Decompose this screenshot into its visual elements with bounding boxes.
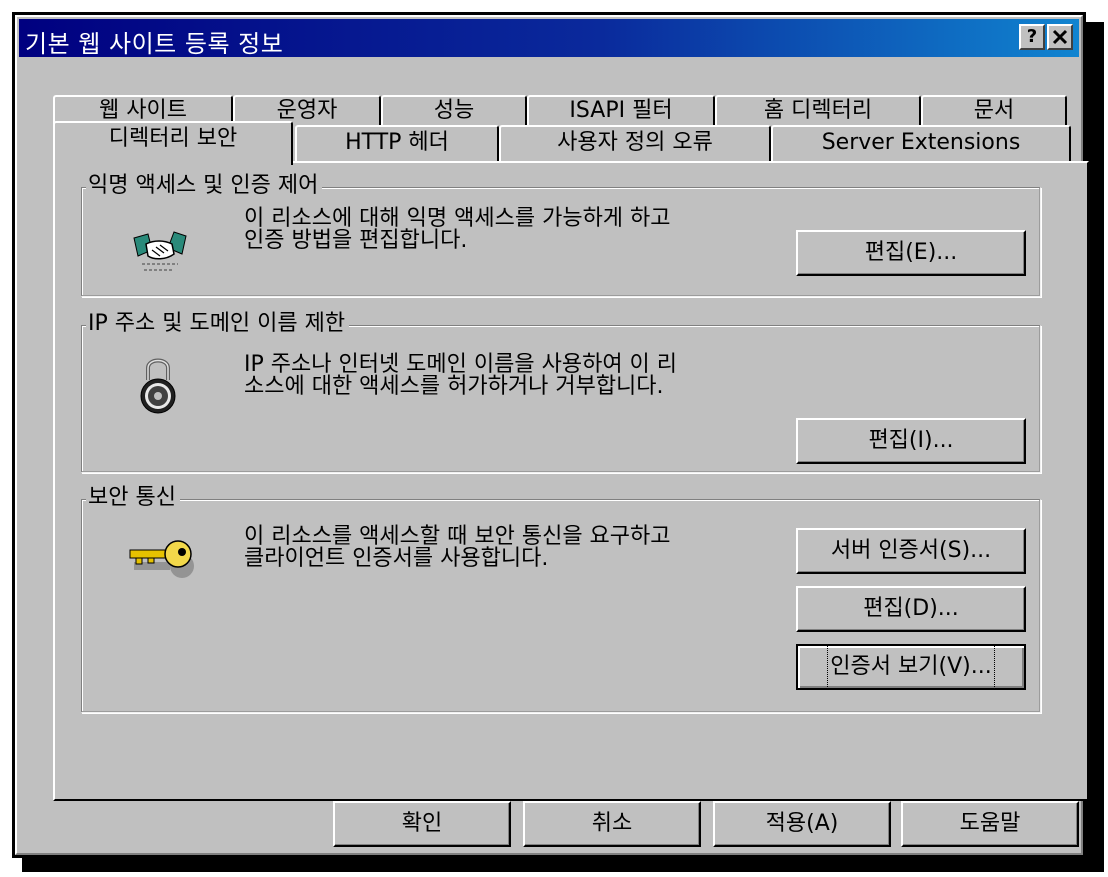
- help-button[interactable]: ?: [1019, 24, 1045, 50]
- cancel-button[interactable]: 취소: [523, 801, 701, 847]
- ok-button[interactable]: 확인: [333, 801, 511, 847]
- help-label: 도움말: [959, 811, 1021, 836]
- handshake-icon: [130, 226, 190, 282]
- secure-description: 이 리소스를 액세스할 때 보안 통신을 요구하고 클라이언트 인증서를 사용합…: [244, 524, 671, 571]
- edit-secure-label: 편집(D)...: [863, 596, 959, 621]
- edit-ip-label: 편집(I)...: [868, 428, 954, 453]
- tab-isapi-filters[interactable]: ISAPI 필터: [527, 95, 715, 129]
- edit-anonymous-label: 편집(E)...: [864, 240, 958, 265]
- tab-panel-directory-security: 익명 액세스 및 인증 제어 이 리소스에 대해 익명 액세스를 가능하게 하고…: [53, 161, 1089, 801]
- tab-server-extensions[interactable]: Server Extensions: [771, 125, 1071, 163]
- apply-label: 적용(A): [765, 811, 839, 836]
- tab-documents[interactable]: 문서: [921, 95, 1067, 129]
- anonymous-description: 이 리소스에 대해 익명 액세스를 가능하게 하고 인증 방법을 편집합니다.: [244, 206, 671, 253]
- ip-description: IP 주소나 인터넷 도메인 이름을 사용하여 이 리 소스에 대한 액세스를 …: [244, 352, 678, 399]
- title-bar[interactable]: 기본 웹 사이트 등록 정보 ?: [19, 19, 1079, 58]
- tab-directory-security[interactable]: 디렉터리 보안: [53, 121, 293, 165]
- view-certificate-label: 인증서 보기(V)...: [827, 645, 995, 689]
- edit-ip-button[interactable]: 편집(I)...: [796, 418, 1026, 464]
- apply-button[interactable]: 적용(A): [713, 801, 891, 847]
- group-anonymous-access: 익명 액세스 및 인증 제어 이 리소스에 대해 익명 액세스를 가능하게 하고…: [81, 174, 1041, 297]
- dialog-title: 기본 웹 사이트 등록 정보: [25, 30, 284, 58]
- edit-anonymous-button[interactable]: 편집(E)...: [796, 230, 1026, 276]
- tab-http-headers[interactable]: HTTP 헤더: [295, 125, 499, 163]
- padlock-icon: [138, 354, 178, 420]
- server-certificate-label: 서버 인증서(S)...: [830, 538, 992, 563]
- group-title-anonymous: 익명 액세스 및 인증 제어: [86, 174, 323, 198]
- properties-dialog: 기본 웹 사이트 등록 정보 ? 웹 사이트 운영자 성능 ISAPI 필터 홈…: [12, 12, 1089, 858]
- server-certificate-button[interactable]: 서버 인증서(S)...: [796, 528, 1026, 574]
- cancel-label: 취소: [591, 811, 633, 836]
- group-secure-communications: 보안 통신 이 리소스를 액세스할 때 보안 통신을 요구하고 클라이언트 인증…: [81, 486, 1041, 713]
- tab-performance[interactable]: 성능: [381, 95, 527, 129]
- group-title-secure: 보안 통신: [86, 486, 180, 510]
- close-icon: [1052, 29, 1068, 45]
- tab-home-directory[interactable]: 홈 디렉터리: [715, 95, 921, 129]
- ok-label: 확인: [401, 811, 443, 836]
- close-button[interactable]: [1047, 24, 1073, 50]
- group-title-ip: IP 주소 및 도메인 이름 제한: [86, 312, 350, 336]
- tab-custom-errors[interactable]: 사용자 정의 오류: [499, 125, 771, 163]
- edit-secure-button[interactable]: 편집(D)...: [796, 586, 1026, 632]
- group-ip-restrictions: IP 주소 및 도메인 이름 제한 IP 주소나 인터넷 도메인 이름을 사용하…: [81, 312, 1041, 473]
- key-icon: [128, 538, 200, 592]
- help-footer-button[interactable]: 도움말: [901, 801, 1079, 847]
- view-certificate-button[interactable]: 인증서 보기(V)...: [796, 644, 1026, 690]
